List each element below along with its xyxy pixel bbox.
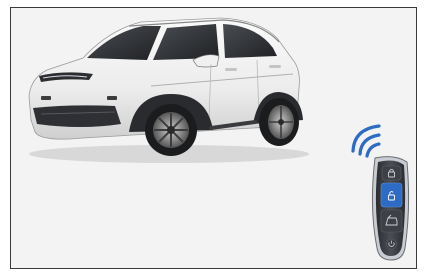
fob-power-button: [386, 238, 397, 250]
rear-wheel: [259, 98, 299, 146]
illustration-frame: [10, 7, 417, 269]
wireless-signal-icon: [351, 124, 381, 158]
front-wheel: [145, 104, 197, 156]
fog-light-left: [41, 96, 51, 100]
fob-trunk-button: [380, 209, 403, 233]
front-grille: [33, 105, 121, 127]
door-handle-rear: [269, 65, 281, 68]
fob-unlock-button: [380, 182, 403, 208]
fob-lock-button: [381, 165, 402, 181]
car: [28, 17, 309, 163]
key-fob: [371, 156, 410, 261]
car-and-key-illustration: [28, 17, 410, 261]
fog-light-right: [107, 96, 117, 100]
door-handle-front: [225, 68, 237, 71]
